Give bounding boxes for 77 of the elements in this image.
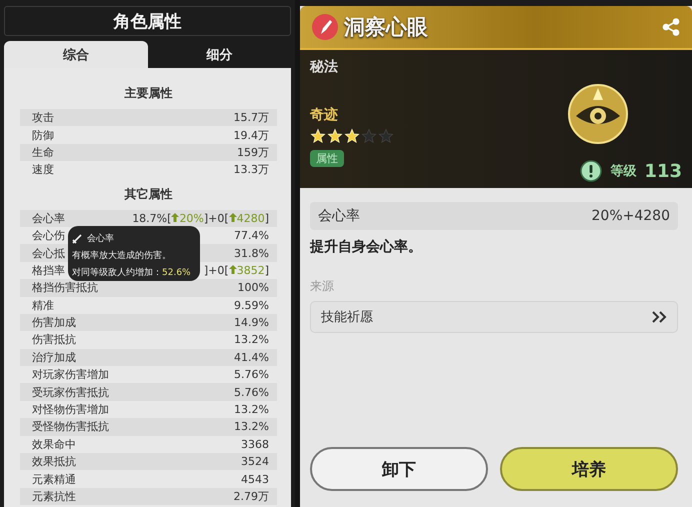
star-icon: [361, 128, 377, 144]
tooltip-title: 会心率: [87, 232, 114, 245]
stat-label: 速度: [32, 162, 54, 178]
stat-value: 2.79万: [234, 489, 269, 504]
stat-value: 4543: [241, 472, 269, 486]
sword-icon: [72, 234, 82, 244]
stat-value: 31.8%: [234, 246, 269, 260]
skill-category: 秘法: [310, 58, 339, 76]
stat-label: 对玩家伤害增加: [32, 367, 109, 382]
up-arrow-icon: [171, 212, 180, 222]
share-icon[interactable]: [662, 18, 680, 36]
stat-value: 159万: [237, 144, 269, 160]
stat-value: 20%+4280: [592, 208, 670, 224]
section-title: 主要属性: [124, 85, 174, 102]
stat-label: 攻击: [32, 110, 54, 126]
stat-value: 5.76%: [234, 368, 269, 382]
stat-value: 13.3万: [234, 162, 269, 178]
stat-label: 会心伤: [32, 228, 65, 244]
level-label: 等级: [610, 163, 636, 180]
stat-value: 19.4万: [234, 128, 269, 143]
star-icon: [344, 128, 360, 144]
star-icon: [310, 128, 326, 144]
stat-value: 5.76%: [234, 386, 269, 399]
unequip-button[interactable]: 卸下: [310, 447, 488, 491]
stat-label: 格挡伤害抵抗: [32, 280, 98, 296]
star-icon: [378, 128, 394, 144]
source-title: 来源: [310, 278, 335, 295]
stat-label: 会心率: [318, 207, 360, 225]
stat-label: 治疗加成: [32, 350, 76, 365]
stat-label: 对怪物伤害增加: [32, 402, 109, 418]
stat-label: 效果抵抗: [32, 454, 76, 470]
stat-value: 41.4%: [234, 350, 269, 364]
level-value: 113: [644, 160, 682, 182]
stat-label: 会心抵: [32, 246, 65, 261]
up-arrow-icon: [228, 212, 237, 222]
stat-value: 13.2%: [234, 403, 269, 416]
stat-label: 元素精通: [32, 472, 76, 487]
stat-value: 77.4%: [234, 229, 269, 242]
stat-label: 会心率: [32, 210, 65, 226]
stat-label: 生命: [32, 144, 54, 160]
stat-value: ]+0[ 3852]: [204, 264, 269, 277]
stat-value: 18.7%[ 20%]+0[ 4280]: [132, 212, 269, 225]
stat-label: 精准: [32, 298, 54, 313]
star-icon: [327, 128, 343, 144]
stat-value: 3524: [241, 455, 269, 468]
stat-value: 13.2%: [234, 420, 269, 434]
stat-value: 100%: [238, 281, 269, 294]
tooltip-description: 有概率放大造成的伤害。: [72, 250, 172, 262]
stat-value: 13.2%: [234, 333, 269, 346]
stat-label: 伤害抵抗: [32, 332, 76, 348]
stat-value: 9.59%: [234, 298, 269, 312]
stat-value: 3368: [241, 438, 269, 451]
attribute-tag: 属性: [310, 150, 344, 167]
cultivate-button[interactable]: 培养: [500, 447, 678, 491]
stat-label: 格挡率: [32, 262, 65, 278]
eye-emblem-icon: [568, 84, 628, 144]
source-item[interactable]: 技能祈愿: [310, 301, 678, 333]
skill-title: 洞察心眼: [344, 14, 429, 41]
stat-label: 伤害加成: [32, 315, 76, 330]
up-arrow-icon: [228, 264, 237, 274]
alert-icon[interactable]: [580, 160, 602, 182]
panel-title: 角色属性: [4, 6, 291, 36]
stat-value: 14.9%: [234, 316, 269, 330]
stat-label: 受玩家伤害抵抗: [32, 384, 109, 400]
stat-label: 元素抗性: [32, 489, 76, 504]
tooltip-bonus: 对同等级敌人约增加：52.6%: [72, 266, 192, 279]
double-chevron-icon: [651, 311, 667, 323]
tab[interactable]: 综合: [4, 41, 148, 68]
skill-description: 提升自身会心率。: [310, 238, 423, 256]
tab[interactable]: 细分: [148, 41, 291, 68]
stat-label: 防御: [32, 128, 54, 143]
section-title: 其它属性: [124, 186, 174, 203]
stat-label: 受怪物伤害抵抗: [32, 419, 109, 434]
skill-rarity: 奇迹: [310, 106, 339, 124]
stat-label: 效果命中: [32, 436, 76, 452]
stat-value: 15.7万: [234, 110, 269, 126]
source-label: 技能祈愿: [321, 309, 373, 326]
